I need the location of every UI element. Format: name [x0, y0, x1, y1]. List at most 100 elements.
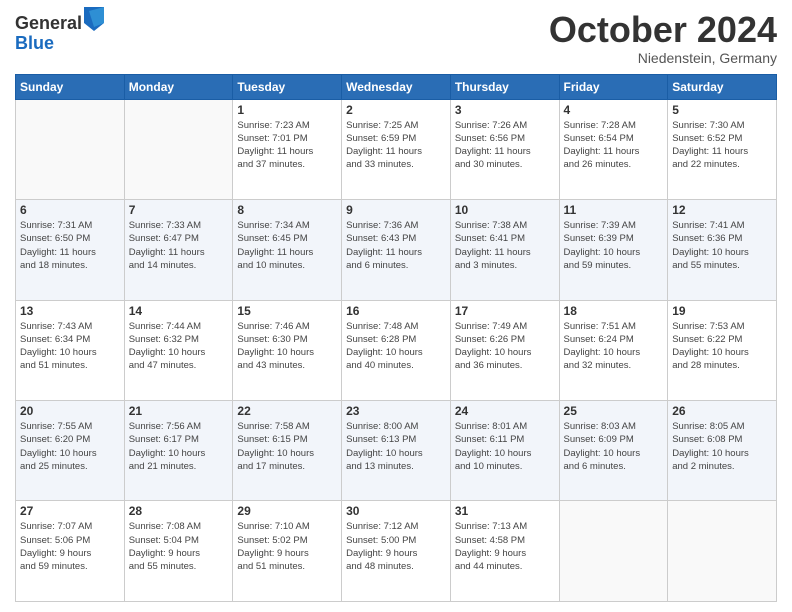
- col-saturday: Saturday: [668, 74, 777, 99]
- day-number: 28: [129, 504, 229, 518]
- day-info: Sunrise: 8:05 AMSunset: 6:08 PMDaylight:…: [672, 420, 772, 473]
- calendar-week-2: 13Sunrise: 7:43 AMSunset: 6:34 PMDayligh…: [16, 300, 777, 400]
- day-info: Sunrise: 7:26 AMSunset: 6:56 PMDaylight:…: [455, 119, 555, 172]
- day-info: Sunrise: 7:41 AMSunset: 6:36 PMDaylight:…: [672, 219, 772, 272]
- day-number: 25: [564, 404, 664, 418]
- col-sunday: Sunday: [16, 74, 125, 99]
- day-number: 23: [346, 404, 446, 418]
- col-wednesday: Wednesday: [342, 74, 451, 99]
- calendar-cell: 17 Sunrise: 7:49 AMSunset: 6:26 PMDayligh…: [450, 300, 559, 400]
- day-info: Sunrise: 7:33 AMSunset: 6:47 PMDaylight:…: [129, 219, 229, 272]
- calendar-cell: 29 Sunrise: 7:10 AMSunset: 5:02 PMDayligh…: [233, 501, 342, 602]
- col-friday: Friday: [559, 74, 668, 99]
- col-thursday: Thursday: [450, 74, 559, 99]
- calendar-week-4: 27Sunrise: 7:07 AMSunset: 5:06 PMDayligh…: [16, 501, 777, 602]
- calendar-cell: 4Sunrise: 7:28 AMSunset: 6:54 PMDaylight…: [559, 99, 668, 199]
- calendar-cell: 13Sunrise: 7:43 AMSunset: 6:34 PMDayligh…: [16, 300, 125, 400]
- calendar-cell: [16, 99, 125, 199]
- day-info: Sunrise: 7:43 AMSunset: 6:34 PMDaylight:…: [20, 320, 120, 373]
- day-number: 22: [237, 404, 337, 418]
- calendar-cell: 24 Sunrise: 8:01 AMSunset: 6:11 PMDayligh…: [450, 401, 559, 501]
- calendar-cell: 1 Sunrise: 7:23 AMSunset: 7:01 PMDaylight…: [233, 99, 342, 199]
- day-info: Sunrise: 7:10 AMSunset: 5:02 PMDaylight:…: [237, 520, 337, 573]
- calendar-cell: 7 Sunrise: 7:33 AMSunset: 6:47 PMDaylight…: [124, 200, 233, 300]
- logo-general: General: [15, 14, 82, 34]
- calendar-cell: 28 Sunrise: 7:08 AMSunset: 5:04 PMDayligh…: [124, 501, 233, 602]
- day-info: Sunrise: 7:28 AMSunset: 6:54 PMDaylight:…: [564, 119, 664, 172]
- day-number: 30: [346, 504, 446, 518]
- day-info: Sunrise: 7:34 AMSunset: 6:45 PMDaylight:…: [237, 219, 337, 272]
- day-number: 11: [564, 203, 664, 217]
- day-info: Sunrise: 7:58 AMSunset: 6:15 PMDaylight:…: [237, 420, 337, 473]
- month-title: October 2024: [549, 10, 777, 50]
- calendar-header-row: Sunday Monday Tuesday Wednesday Thursday…: [16, 74, 777, 99]
- header: General Blue October 2024 Niedenstein, G…: [15, 10, 777, 66]
- day-number: 29: [237, 504, 337, 518]
- calendar-cell: 11 Sunrise: 7:39 AMSunset: 6:39 PMDayligh…: [559, 200, 668, 300]
- day-number: 21: [129, 404, 229, 418]
- title-section: October 2024 Niedenstein, Germany: [549, 10, 777, 66]
- day-number: 1: [237, 103, 337, 117]
- location: Niedenstein, Germany: [549, 50, 777, 66]
- day-info: Sunrise: 7:48 AMSunset: 6:28 PMDaylight:…: [346, 320, 446, 373]
- day-number: 2: [346, 103, 446, 117]
- calendar-table: Sunday Monday Tuesday Wednesday Thursday…: [15, 74, 777, 602]
- day-number: 20: [20, 404, 120, 418]
- calendar-week-0: 1 Sunrise: 7:23 AMSunset: 7:01 PMDaylight…: [16, 99, 777, 199]
- logo-blue: Blue: [15, 34, 104, 54]
- calendar-cell: 2 Sunrise: 7:25 AMSunset: 6:59 PMDaylight…: [342, 99, 451, 199]
- page: General Blue October 2024 Niedenstein, G…: [0, 0, 792, 612]
- day-info: Sunrise: 7:25 AMSunset: 6:59 PMDaylight:…: [346, 119, 446, 172]
- calendar-cell: 16 Sunrise: 7:48 AMSunset: 6:28 PMDayligh…: [342, 300, 451, 400]
- day-info: Sunrise: 7:12 AMSunset: 5:00 PMDaylight:…: [346, 520, 446, 573]
- day-number: 7: [129, 203, 229, 217]
- calendar-week-3: 20 Sunrise: 7:55 AMSunset: 6:20 PMDayligh…: [16, 401, 777, 501]
- day-number: 19: [672, 304, 772, 318]
- day-info: Sunrise: 7:56 AMSunset: 6:17 PMDaylight:…: [129, 420, 229, 473]
- day-number: 6: [20, 203, 120, 217]
- day-number: 14: [129, 304, 229, 318]
- col-monday: Monday: [124, 74, 233, 99]
- calendar-cell: [124, 99, 233, 199]
- day-info: Sunrise: 7:49 AMSunset: 6:26 PMDaylight:…: [455, 320, 555, 373]
- calendar-cell: 30 Sunrise: 7:12 AMSunset: 5:00 PMDayligh…: [342, 501, 451, 602]
- calendar-cell: 22 Sunrise: 7:58 AMSunset: 6:15 PMDayligh…: [233, 401, 342, 501]
- day-info: Sunrise: 7:08 AMSunset: 5:04 PMDaylight:…: [129, 520, 229, 573]
- day-number: 15: [237, 304, 337, 318]
- day-info: Sunrise: 8:01 AMSunset: 6:11 PMDaylight:…: [455, 420, 555, 473]
- day-number: 5: [672, 103, 772, 117]
- day-number: 8: [237, 203, 337, 217]
- calendar-cell: 6 Sunrise: 7:31 AMSunset: 6:50 PMDaylight…: [16, 200, 125, 300]
- calendar-cell: 26 Sunrise: 8:05 AMSunset: 6:08 PMDayligh…: [668, 401, 777, 501]
- day-info: Sunrise: 7:31 AMSunset: 6:50 PMDaylight:…: [20, 219, 120, 272]
- day-number: 27: [20, 504, 120, 518]
- calendar-cell: 25 Sunrise: 8:03 AMSunset: 6:09 PMDayligh…: [559, 401, 668, 501]
- calendar-cell: 14 Sunrise: 7:44 AMSunset: 6:32 PMDayligh…: [124, 300, 233, 400]
- day-number: 26: [672, 404, 772, 418]
- day-number: 16: [346, 304, 446, 318]
- day-number: 31: [455, 504, 555, 518]
- day-info: Sunrise: 7:44 AMSunset: 6:32 PMDaylight:…: [129, 320, 229, 373]
- calendar-cell: 18Sunrise: 7:51 AMSunset: 6:24 PMDayligh…: [559, 300, 668, 400]
- col-tuesday: Tuesday: [233, 74, 342, 99]
- calendar-cell: 27Sunrise: 7:07 AMSunset: 5:06 PMDayligh…: [16, 501, 125, 602]
- calendar-cell: 23 Sunrise: 8:00 AMSunset: 6:13 PMDayligh…: [342, 401, 451, 501]
- day-info: Sunrise: 7:55 AMSunset: 6:20 PMDaylight:…: [20, 420, 120, 473]
- day-info: Sunrise: 7:38 AMSunset: 6:41 PMDaylight:…: [455, 219, 555, 272]
- calendar-cell: 20 Sunrise: 7:55 AMSunset: 6:20 PMDayligh…: [16, 401, 125, 501]
- day-info: Sunrise: 7:53 AMSunset: 6:22 PMDaylight:…: [672, 320, 772, 373]
- day-number: 18: [564, 304, 664, 318]
- logo: General Blue: [15, 14, 104, 54]
- day-info: Sunrise: 7:39 AMSunset: 6:39 PMDaylight:…: [564, 219, 664, 272]
- calendar-cell: 8 Sunrise: 7:34 AMSunset: 6:45 PMDaylight…: [233, 200, 342, 300]
- logo-icon: [84, 7, 104, 31]
- calendar-cell: 21 Sunrise: 7:56 AMSunset: 6:17 PMDayligh…: [124, 401, 233, 501]
- day-info: Sunrise: 7:23 AMSunset: 7:01 PMDaylight:…: [237, 119, 337, 172]
- day-number: 3: [455, 103, 555, 117]
- day-info: Sunrise: 8:00 AMSunset: 6:13 PMDaylight:…: [346, 420, 446, 473]
- day-number: 24: [455, 404, 555, 418]
- day-number: 17: [455, 304, 555, 318]
- calendar-cell: 5Sunrise: 7:30 AMSunset: 6:52 PMDaylight…: [668, 99, 777, 199]
- day-info: Sunrise: 8:03 AMSunset: 6:09 PMDaylight:…: [564, 420, 664, 473]
- calendar-cell: 9Sunrise: 7:36 AMSunset: 6:43 PMDaylight…: [342, 200, 451, 300]
